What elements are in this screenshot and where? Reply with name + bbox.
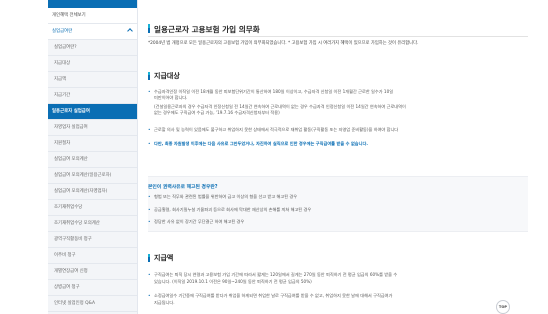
- page-title: 일용근로자 고용보험 가입 의무화: [154, 25, 260, 34]
- section-heading-eligibility: 지급대상: [154, 72, 180, 80]
- sidebar-item-sickness[interactable]: 상병급여 청구: [48, 280, 137, 296]
- sidebar-item-calc-daily[interactable]: 실업급여 모의계산(일용근로자): [48, 168, 137, 184]
- chevron-up-icon: [127, 28, 133, 34]
- sidebar-item-all-benefits[interactable]: 개인혜택 전체보기: [48, 8, 137, 24]
- list-item: • 공금횡령, 회사기밀누설 기물파괴 등으로 회사에 막대한 재산상의 손해를 …: [148, 207, 312, 212]
- sidebar-group-unemployment[interactable]: 실업급여란: [48, 24, 137, 40]
- sidebar-item-qna[interactable]: 인터넷 실업인정 Q&A: [48, 296, 137, 312]
- sidebar-item-relocation[interactable]: 이주비 청구: [48, 248, 137, 264]
- sidebar-nav: 개인혜택 전체보기 실업급여란 실업급여란? 지급대상 지급액 지급기간 일용근…: [48, 0, 138, 314]
- sidebar-item-calc[interactable]: 실업급여 모의계산: [48, 152, 137, 168]
- list-item-cont: 미만이어야 합니다.: [154, 95, 188, 100]
- page: 개인혜택 전체보기 실업급여란 실업급여란? 지급대상 지급액 지급기간 일용근…: [0, 0, 548, 314]
- list-item-cont: 있습니다. (이직일 2019.10.1 이전은 90일~240일 동안 퇴직하…: [154, 279, 312, 284]
- section-heading-amount: 지급액: [154, 254, 174, 262]
- list-item-cont: 지급됩니다.: [154, 300, 175, 305]
- list-item: • 근로할 의사 및 능력이 있음에도 불구하고 취업하지 못한 상태에서 적극적…: [148, 127, 399, 132]
- sidebar-item-eligibility[interactable]: 지급대상: [48, 56, 137, 72]
- sidebar-item-self-employed[interactable]: 자영업자 실업급여: [48, 120, 137, 136]
- sidebar-item-extension[interactable]: 개별연장급여 신청: [48, 264, 137, 280]
- list-item-highlight: • 다만, 최종 자원발생 이후에는 다음 사유로 그만두었거나, 자진하여 실직…: [148, 141, 368, 146]
- sidebar-group-label: 실업급여란: [52, 29, 73, 34]
- sidebar-item-calc-self[interactable]: 실업급여 모의계산(자영업자): [48, 184, 137, 200]
- list-item: • 정당한 사유 없이 장기간 무단결근 하여 해고된 경우: [148, 219, 245, 224]
- main-content: 일용근로자 고용보험 가입 의무화 *2004년 법 개정으로 모든 일용근로자…: [148, 0, 528, 314]
- sidebar-item-period[interactable]: 지급기간: [48, 88, 137, 104]
- sidebar-header-bar: [48, 0, 137, 8]
- list-item: • 소정급여일수 기간중에 구직급여를 받다가 취업을 하게되면 취업한 날로 구…: [148, 293, 393, 298]
- list-item: • 수급자격인정 이직일 이전 18개월 동안 피보험단위기간이 통산하여 180…: [148, 89, 394, 94]
- intro-text: *2004년 법 개정으로 모든 일용근로자의 고용보험 가입이 의무화되었습니…: [148, 41, 419, 46]
- list-item-note: (건설일용근로자의 경우 수급자격 인정신청일 전 14일간 연속하여 근로내역…: [154, 104, 406, 109]
- list-item: • 형법 또는 직무와 관련된 법률을 위반하여 금고 이상의 형을 선고 받고 …: [148, 194, 298, 199]
- sidebar-item-procedure[interactable]: 지원절차: [48, 136, 137, 152]
- list-item-note-cont: 없는 경우에도 구직급여 수급 가능, '19.7.16 수급자격신청자부터 적…: [154, 110, 280, 115]
- sidebar-item-early-reemploy-calc[interactable]: 조기재취업수당 모의계산: [48, 216, 137, 232]
- scroll-top-button[interactable]: TOP: [496, 300, 510, 314]
- list-item: • 구직급여는 퇴직 당시 연령과 고용보험 가입 기간에 따라서 짧게는 120…: [148, 272, 398, 277]
- title-divider: [148, 36, 528, 37]
- sidebar-item-daily-worker[interactable]: 일용근로자 실업급여: [48, 104, 137, 120]
- faq-question: 본인이 권력사유로 해고된 경우란?: [148, 185, 218, 190]
- sidebar-item-early-reemploy[interactable]: 조기재취업수당: [48, 200, 137, 216]
- sidebar-item-amount[interactable]: 지급액: [48, 72, 137, 88]
- sidebar-item-job-search-cost[interactable]: 광역구직활동비 청구: [48, 232, 137, 248]
- sidebar-item-what-is[interactable]: 실업급여란?: [48, 40, 137, 56]
